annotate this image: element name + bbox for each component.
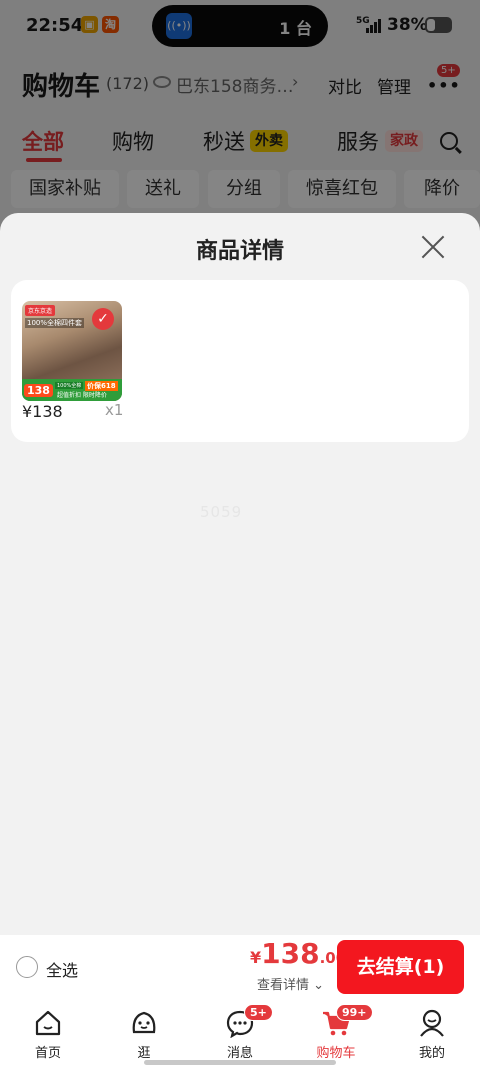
cart-badge: 99+ (336, 1004, 373, 1021)
nav-explore-label: 逛 (137, 1046, 151, 1061)
sheet-title: 商品详情 (195, 239, 284, 264)
currency-symbol: ¥ (250, 948, 262, 967)
product-details-sheet: 商品详情 京东京造 100%全棉四件套 100%全棉 138 价保618 超值折… (0, 213, 480, 935)
thumb-brand-label: 京东京造 (25, 305, 56, 316)
thumb-banner-text: 超值折扣 限时降价 (57, 392, 107, 399)
nav-home-label: 首页 (34, 1046, 61, 1061)
close-icon[interactable] (419, 233, 447, 261)
nav-cart-label: 购物车 (316, 1046, 356, 1061)
thumb-cotton-tag: 100%全棉 (55, 382, 84, 389)
nav-cart[interactable]: 99+ 购物车 (296, 1004, 376, 1061)
nav-home[interactable]: 首页 (8, 1008, 88, 1061)
checkout-bar: 全选 ¥138.00 查看详情 ⌄ 去结算(1) (0, 935, 480, 1000)
nav-messages[interactable]: 5+ 消息 (200, 1004, 280, 1061)
item-quantity: x1 (105, 401, 124, 419)
item-price: ¥138 (22, 402, 63, 421)
thumb-headline: 100%全棉四件套 (25, 318, 85, 328)
select-all-radio[interactable] (16, 956, 38, 978)
selected-check-icon[interactable]: ✓ (92, 308, 114, 330)
watermark: 5059 (200, 503, 243, 521)
view-details-link[interactable]: 查看详情 ⌄ (257, 974, 324, 993)
nav-profile-label: 我的 (418, 1046, 445, 1061)
explore-icon (132, 1011, 156, 1034)
nav-messages-label: 消息 (226, 1046, 253, 1061)
nav-profile[interactable]: 我的 (392, 1008, 472, 1061)
select-all-label[interactable]: 全选 (46, 957, 78, 981)
home-icon (35, 1010, 61, 1036)
home-indicator (144, 1060, 336, 1065)
bottom-tab-bar: 首页 逛 5+ 消息 99+ 购物车 我的 (0, 1000, 480, 1067)
messages-badge: 5+ (244, 1004, 273, 1021)
nav-explore[interactable]: 逛 (104, 1008, 184, 1061)
profile-icon (420, 1009, 444, 1037)
total-price: ¥138.00 (250, 937, 346, 970)
total-integer: 138 (261, 937, 320, 970)
thumb-price-tag: 138 (24, 384, 53, 397)
checkout-button[interactable]: 去结算(1) (337, 940, 464, 994)
product-card: 京东京造 100%全棉四件套 100%全棉 138 价保618 超值折扣 限时降… (11, 280, 469, 442)
